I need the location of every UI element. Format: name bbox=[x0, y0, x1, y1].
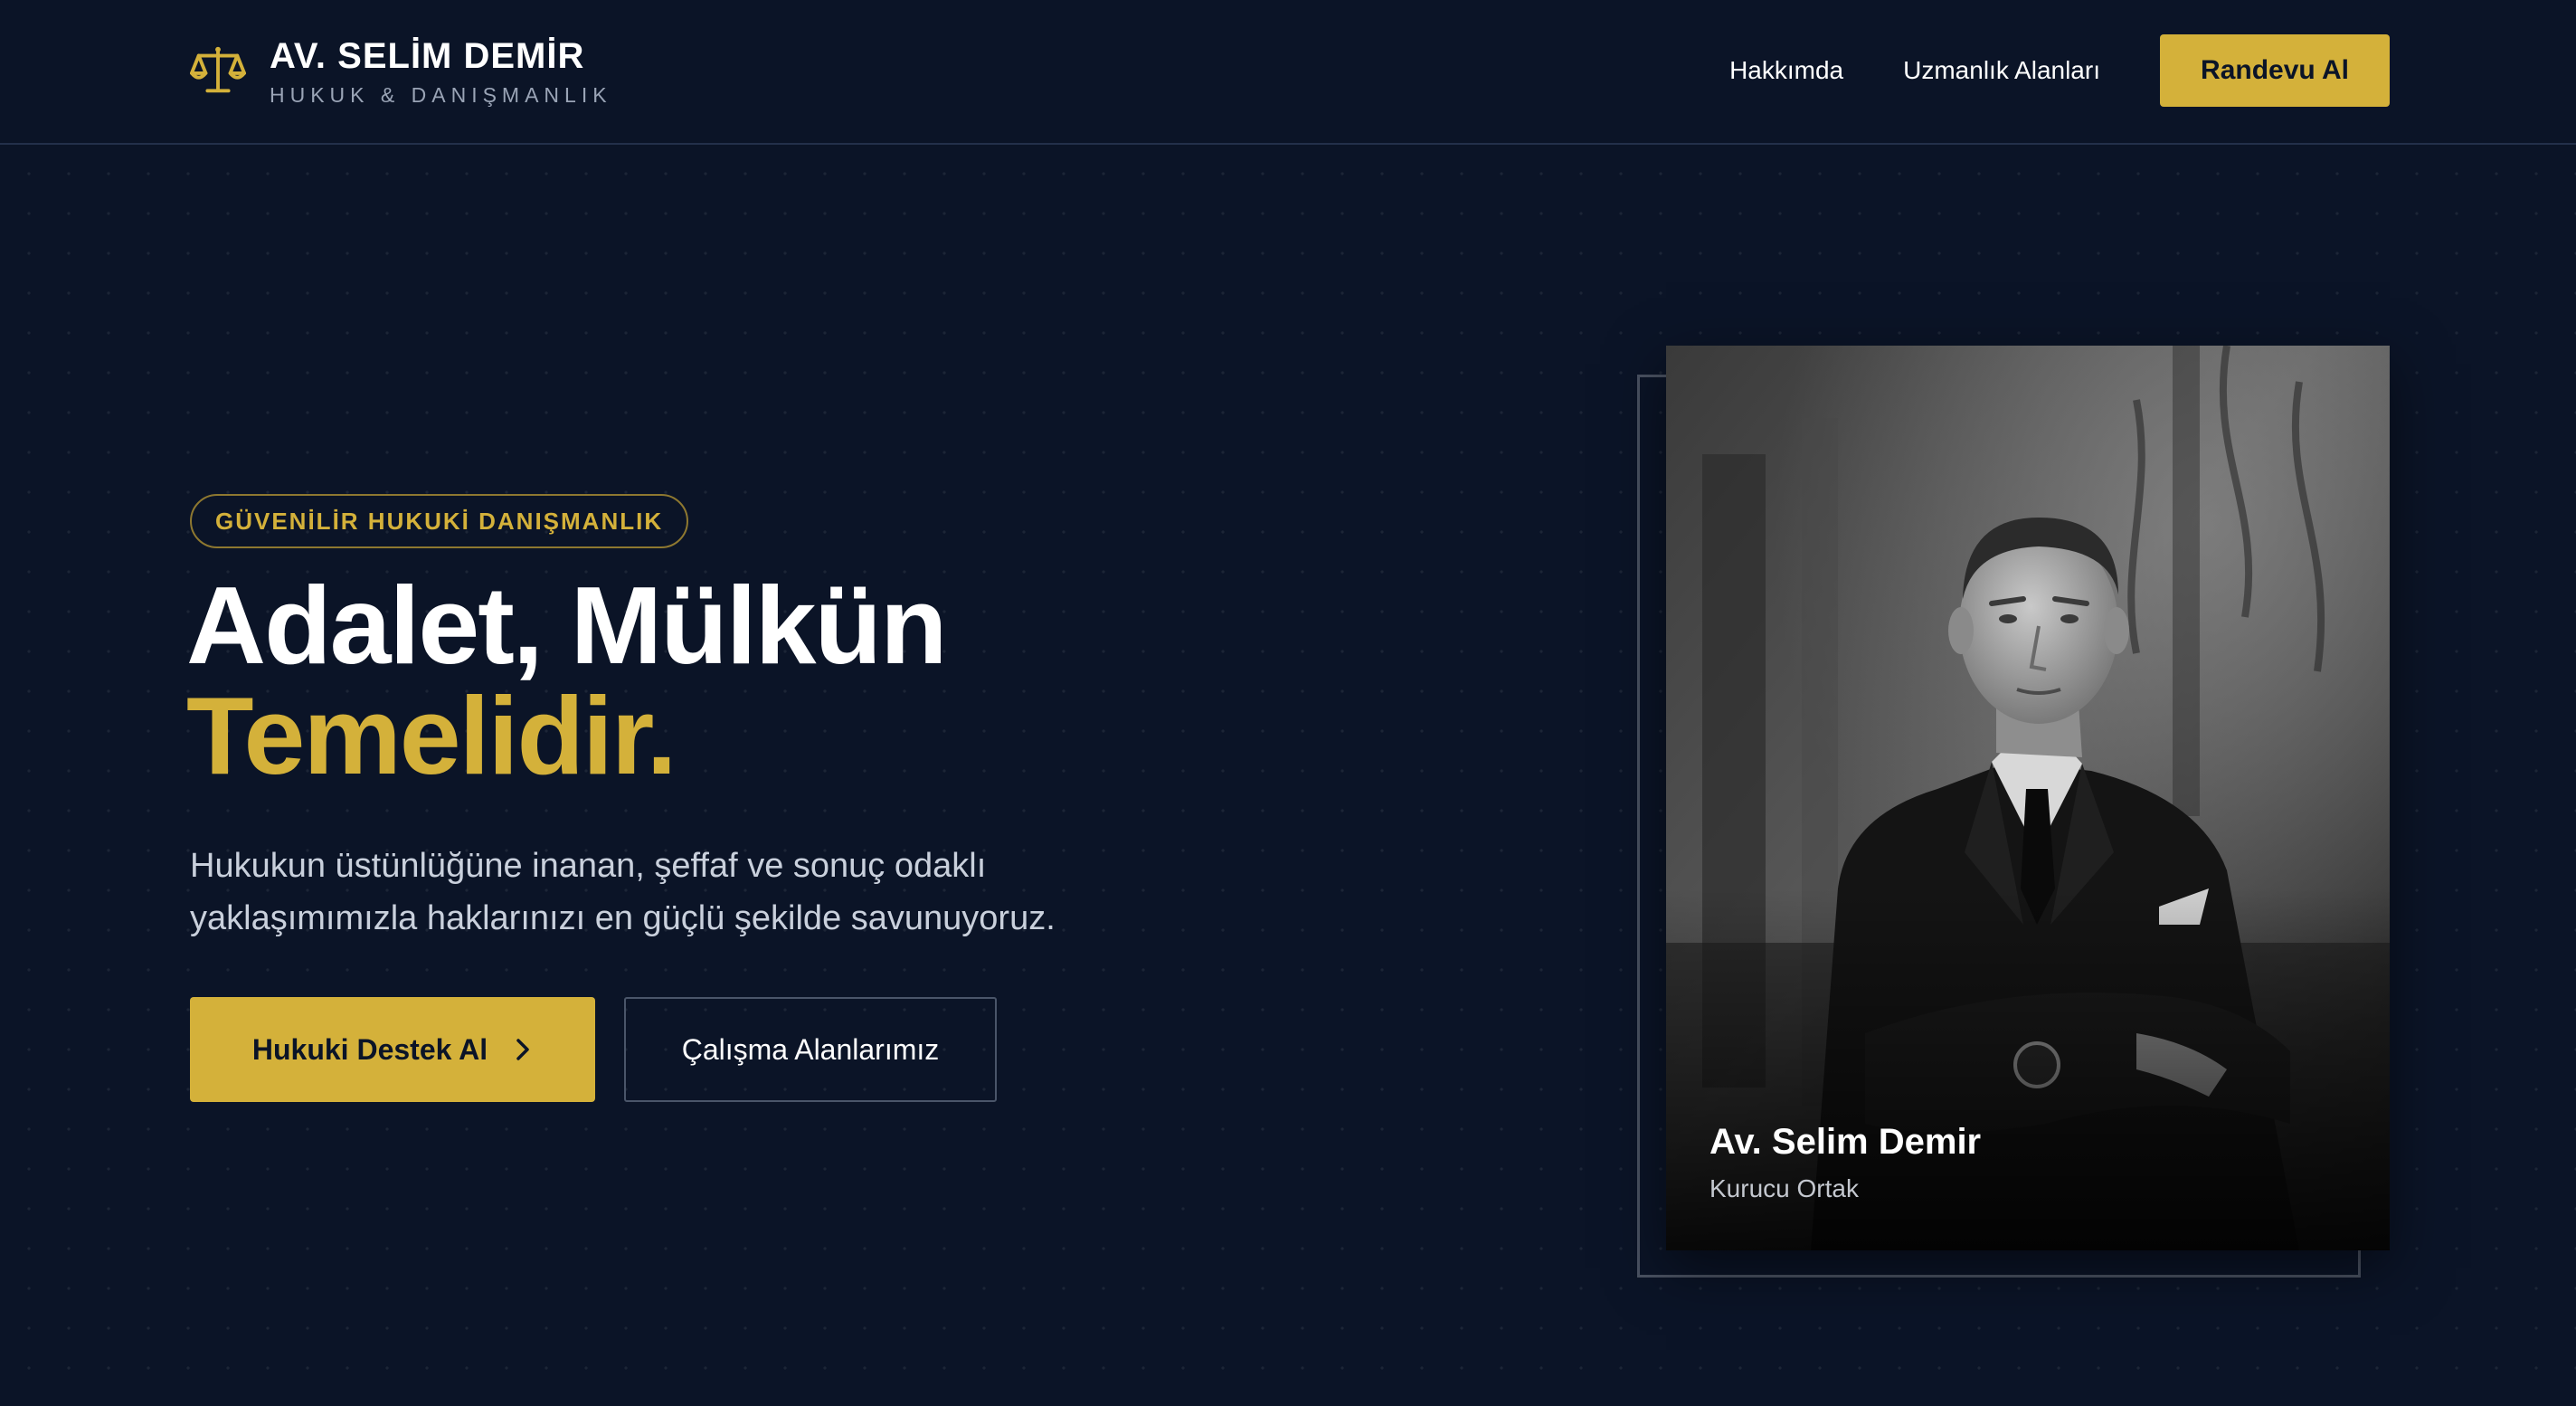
profile-card: Av. Selim Demir Kurucu Ortak bbox=[1666, 346, 2390, 1250]
headline-line-2: Temelidir. bbox=[186, 674, 677, 797]
headline-line-1: Adalet, Mülkün bbox=[186, 564, 948, 687]
brand-logo[interactable]: AV. SELİM DEMİR HUKUK & DANIŞMANLIK bbox=[190, 34, 612, 110]
primary-button-label: Hukuki Destek Al bbox=[251, 1032, 488, 1066]
calisma-alanlarimiz-button[interactable]: Çalışma Alanlarımız bbox=[624, 997, 997, 1102]
hukuki-destek-al-button[interactable]: Hukuki Destek Al bbox=[190, 997, 595, 1102]
profile-name: Av. Selim Demir bbox=[1709, 1122, 1982, 1162]
hero-lead-text: Hukukun üstünlüğüne inanan, şeffaf ve so… bbox=[190, 847, 1056, 937]
landing-page: AV. SELİM DEMİR HUKUK & DANIŞMANLIK Hakk… bbox=[0, 0, 2576, 1406]
hero-badge: GÜVENİLİR HUKUKİ DANIŞMANLIK bbox=[190, 494, 689, 548]
main-nav: Hakkımda Uzmanlık Alanları Randevu Al bbox=[1729, 34, 2390, 107]
randevu-al-button[interactable]: Randevu Al bbox=[2160, 34, 2390, 107]
profile-role: Kurucu Ortak bbox=[1709, 1174, 1859, 1202]
chevron-right-icon bbox=[516, 1039, 529, 1060]
nav-link-hakkimda[interactable]: Hakkımda bbox=[1729, 34, 1843, 107]
brand-name: AV. SELİM DEMİR bbox=[270, 36, 585, 76]
lawyer-portrait-photo bbox=[1666, 346, 2390, 1250]
nav-link-uzmanlik-alanlari[interactable]: Uzmanlık Alanları bbox=[1903, 34, 2100, 107]
scales-of-justice-icon bbox=[190, 46, 246, 93]
site-header: AV. SELİM DEMİR HUKUK & DANIŞMANLIK Hakk… bbox=[0, 0, 2576, 145]
hero-headline: Adalet, Mülkün Temelidir. bbox=[186, 564, 948, 797]
brand-subtitle: HUKUK & DANIŞMANLIK bbox=[270, 83, 612, 107]
